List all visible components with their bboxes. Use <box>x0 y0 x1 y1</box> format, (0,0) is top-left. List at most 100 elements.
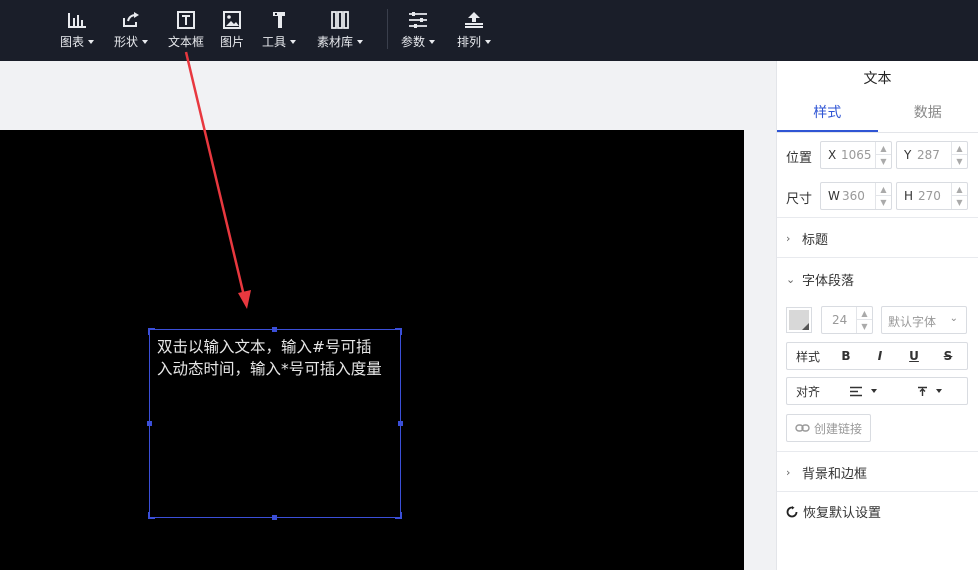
strikethrough-icon[interactable]: S <box>931 349 965 363</box>
link-icon <box>795 424 810 432</box>
section-background-label: 背景和边框 <box>802 467 868 482</box>
chevron-down-icon <box>936 389 942 393</box>
arrange-icon <box>463 11 485 29</box>
font-family-select[interactable]: 默认字体 ⌄ <box>881 306 967 334</box>
chart-menu[interactable]: 图表 <box>57 0 97 61</box>
resize-handle-bottom[interactable] <box>272 515 277 520</box>
resize-handle-left[interactable] <box>147 421 152 426</box>
x-prefix: X <box>828 148 837 162</box>
section-title-label: 标题 <box>802 233 829 248</box>
size-w-input[interactable]: W 360 ▲ ▼ <box>820 182 892 210</box>
tools-menu-label: 工具 <box>261 35 286 49</box>
align-row: 对齐 <box>786 377 968 405</box>
y-stepper[interactable]: ▲ ▼ <box>951 142 967 168</box>
arrange-menu[interactable]: 排列 <box>454 0 494 61</box>
chevron-down-icon: ⌄ <box>786 273 796 286</box>
panel-tabs: 样式 数据 <box>777 95 978 133</box>
align-left-icon <box>850 386 862 396</box>
textbox-tool[interactable]: 文本框 <box>166 0 206 61</box>
image-tool[interactable]: 图片 <box>214 0 250 61</box>
w-stepper[interactable]: ▲ ▼ <box>875 183 891 209</box>
resize-handle-tl[interactable] <box>148 328 155 335</box>
position-x-input[interactable]: X 1065 ▲ ▼ <box>820 141 892 169</box>
params-menu-label: 参数 <box>400 35 425 49</box>
bar-chart-icon <box>67 11 87 29</box>
sliders-icon <box>408 11 428 29</box>
bold-icon[interactable]: B <box>829 349 863 363</box>
textbox-placeholder-text[interactable]: 双击以输入文本，输入#号可插 入动态时间，输入*号可插入度量 <box>157 336 382 380</box>
chevron-right-icon: › <box>786 466 791 479</box>
shape-menu[interactable]: 形状 <box>111 0 151 61</box>
chevron-down-icon <box>142 39 148 44</box>
divider <box>777 257 978 258</box>
chevron-down-icon <box>88 39 94 44</box>
chevron-down-icon <box>871 389 877 393</box>
h-value: 270 <box>918 189 941 203</box>
font-size-stepper[interactable]: ▲ ▼ <box>856 307 872 333</box>
resize-handle-right[interactable] <box>398 421 403 426</box>
size-h-input[interactable]: H 270 ▲ ▼ <box>896 182 968 210</box>
text-align-dropdown[interactable] <box>849 386 877 397</box>
tools-menu[interactable]: 工具 <box>259 0 299 61</box>
font-size-input[interactable]: 24 ▲ ▼ <box>821 306 873 334</box>
arrange-menu-label: 排列 <box>456 35 481 49</box>
align-label: 对齐 <box>795 384 820 399</box>
tab-style[interactable]: 样式 <box>777 95 878 132</box>
chevron-down-icon <box>429 39 435 44</box>
font-size-value: 24 <box>832 313 848 327</box>
image-tool-label: 图片 <box>219 35 244 49</box>
create-link-label: 创建链接 <box>814 421 863 436</box>
resize-handle-br[interactable] <box>395 512 402 519</box>
resize-handle-bl[interactable] <box>148 512 155 519</box>
tab-data[interactable]: 数据 <box>878 95 978 132</box>
image-icon <box>223 11 241 29</box>
resize-handle-top[interactable] <box>272 327 277 332</box>
chart-menu-label: 图表 <box>59 35 84 49</box>
property-panel: 文本 样式 数据 位置 X 1065 ▲ ▼ Y 287 ▲ ▼ 尺寸 W 360 … <box>776 61 978 570</box>
library-menu-label: 素材库 <box>316 35 353 49</box>
underline-icon[interactable]: U <box>897 349 931 363</box>
section-background[interactable]: › 背景和边框 <box>786 463 867 482</box>
font-family-value: 默认字体 <box>888 315 937 329</box>
font-style-row: 样式 B I U S <box>786 342 968 370</box>
panel-title: 文本 <box>863 71 892 87</box>
position-y-input[interactable]: Y 287 ▲ ▼ <box>896 141 968 169</box>
params-menu[interactable]: 参数 <box>398 0 438 61</box>
hammer-icon <box>271 11 287 29</box>
h-stepper[interactable]: ▲ ▼ <box>951 183 967 209</box>
position-label: 位置 <box>786 151 813 166</box>
w-prefix: W <box>828 189 840 203</box>
w-value: 360 <box>842 189 865 203</box>
reset-defaults-button[interactable]: 恢复默认设置 <box>786 502 881 521</box>
toolbar-divider <box>387 9 388 49</box>
align-top-icon <box>918 386 927 396</box>
reset-defaults-label: 恢复默认设置 <box>803 506 882 521</box>
shape-share-icon <box>121 11 141 29</box>
library-menu[interactable]: 素材库 <box>314 0 366 61</box>
style-label: 样式 <box>795 349 820 364</box>
top-toolbar: 图表 形状 文本框 图片 工具 素材库 参数 排列 <box>0 0 978 61</box>
section-font[interactable]: ⌄ 字体段落 <box>786 270 854 289</box>
resize-handle-tr[interactable] <box>395 328 402 335</box>
textbox-tool-label: 文本框 <box>167 35 204 49</box>
refresh-icon <box>786 505 798 517</box>
h-prefix: H <box>904 189 914 203</box>
x-stepper[interactable]: ▲ ▼ <box>875 142 891 168</box>
size-label: 尺寸 <box>786 192 813 207</box>
chevron-down-icon <box>290 39 296 44</box>
vertical-align-dropdown[interactable] <box>917 386 942 397</box>
x-value: 1065 <box>841 148 872 162</box>
chevron-right-icon: › <box>786 232 791 245</box>
section-font-label: 字体段落 <box>802 274 855 289</box>
y-prefix: Y <box>904 148 912 162</box>
font-color-picker[interactable] <box>786 307 812 333</box>
text-box-icon <box>177 11 195 29</box>
divider <box>777 491 978 492</box>
shape-menu-label: 形状 <box>113 35 138 49</box>
divider <box>777 217 978 218</box>
section-title[interactable]: › 标题 <box>786 229 828 248</box>
selected-textbox[interactable]: 双击以输入文本，输入#号可插 入动态时间，输入*号可插入度量 <box>147 327 403 520</box>
chevron-down-icon <box>485 39 491 44</box>
italic-icon[interactable]: I <box>863 349 897 363</box>
create-link-button[interactable]: 创建链接 <box>786 414 872 442</box>
